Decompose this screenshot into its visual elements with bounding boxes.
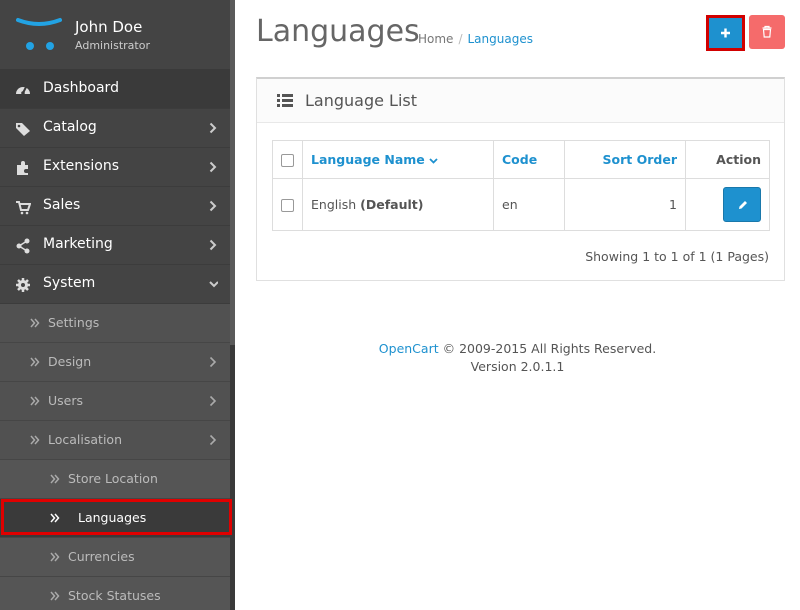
submenu-label: Store Location [68,471,158,486]
breadcrumb: Home / Languages [418,32,533,46]
add-new-button[interactable] [706,15,745,51]
double-angle-right-icon [50,474,60,484]
column-header-sort-order[interactable]: Sort Order [564,140,686,179]
footer-copyright: OpenCart © 2009-2015 All Rights Reserved… [235,340,800,358]
chevron-down-icon [209,281,218,288]
user-profile: John Doe Administrator [0,0,235,70]
language-code-cell: en [493,178,565,231]
list-icon [277,94,293,107]
menu-label: Extensions [43,158,120,174]
breadcrumb-separator: / [458,32,463,46]
cog-icon [16,278,30,292]
submenu-item-languages[interactable]: Languages [0,499,235,538]
panel-heading: Language List [257,79,784,123]
submenu-label: Localisation [48,432,122,447]
double-angle-right-icon [50,513,60,523]
column-header-code[interactable]: Code [493,140,565,179]
submenu-label: Stock Statuses [68,588,161,603]
share-icon [16,238,30,254]
copyright-text: © 2009-2015 All Rights Reserved. [438,341,657,356]
action-cell [685,178,770,231]
submenu-label: Users [48,393,84,408]
double-angle-right-icon [30,435,40,445]
breadcrumb-languages-link[interactable]: Languages [467,32,532,46]
double-angle-right-icon [50,591,60,601]
submenu-item-design[interactable]: Design [0,343,235,382]
table-row: English (Default) en 1 [272,178,770,231]
select-all-checkbox[interactable] [281,154,294,167]
submenu-label: Currencies [68,549,135,564]
menu-item-sales[interactable]: Sales [0,187,235,226]
language-list-panel: Language List Language Name Code Sort Or… [256,77,785,281]
row-select-cell [272,178,303,231]
footer: OpenCart © 2009-2015 All Rights Reserved… [235,340,800,376]
user-name: John Doe [75,18,143,36]
chevron-right-icon [209,239,217,251]
double-angle-right-icon [30,318,40,328]
menu-label: Dashboard [43,80,119,96]
pencil-icon [739,201,747,209]
menu-item-system[interactable]: System [0,265,235,304]
opencart-logo-icon [16,18,62,50]
language-table: Language Name Code Sort Order Action Eng… [272,140,770,231]
column-label: Language Name [311,152,425,167]
column-header-language-name[interactable]: Language Name [302,140,494,179]
submenu-label: Languages [78,510,147,525]
chevron-right-icon [209,356,217,368]
chevron-right-icon [209,434,217,446]
caret-down-icon [429,157,438,164]
double-angle-right-icon [50,552,60,562]
submenu-label: Settings [48,315,100,330]
puzzle-icon [17,161,28,175]
page-title: Languages [256,14,420,49]
submenu-label: Design [48,354,92,369]
edit-button[interactable] [723,187,761,222]
language-name: English [311,197,357,212]
default-label: (Default) [360,197,424,212]
dashboard-icon [16,86,30,95]
main-content: Languages Home / Languages Language List [235,0,800,610]
submenu-item-users[interactable]: Users [0,382,235,421]
menu-item-dashboard[interactable]: Dashboard [0,70,235,109]
panel-title: Language List [305,91,418,110]
double-angle-right-icon [30,357,40,367]
double-angle-right-icon [30,396,40,406]
submenu-item-currencies[interactable]: Currencies [0,538,235,577]
row-checkbox[interactable] [281,199,294,212]
menu-label: System [43,275,96,291]
submenu-item-settings[interactable]: Settings [0,304,235,343]
pagination-results-text: Showing 1 to 1 of 1 (1 Pages) [585,249,769,264]
menu-item-catalog[interactable]: Catalog [0,109,235,148]
opencart-link[interactable]: OpenCart [379,341,439,356]
footer-version: Version 2.0.1.1 [470,359,565,374]
chevron-right-icon [209,200,217,212]
plus-icon [721,28,730,38]
sidebar: John Doe Administrator Dashboard Catalog… [0,0,235,610]
tags-icon [16,123,30,136]
submenu-item-store-location[interactable]: Store Location [0,460,235,499]
menu-item-extensions[interactable]: Extensions [0,148,235,187]
shopping-cart-icon [16,201,31,215]
chevron-right-icon [209,161,217,173]
user-role: Administrator [75,39,150,52]
menu-label: Sales [43,197,81,213]
table-header-row: Language Name Code Sort Order Action [272,140,770,179]
language-name-cell: English (Default) [302,178,494,231]
menu-label: Catalog [43,119,97,135]
trash-icon [762,25,772,38]
menu-item-marketing[interactable]: Marketing [0,226,235,265]
submenu-item-stock-statuses[interactable]: Stock Statuses [0,577,235,610]
breadcrumb-home-link[interactable]: Home [418,32,453,46]
chevron-right-icon [209,122,217,134]
submenu-item-localisation[interactable]: Localisation [0,421,235,460]
sort-order-cell: 1 [564,178,686,231]
column-header-action: Action [685,140,770,179]
select-all-cell [272,140,303,179]
delete-button[interactable] [749,15,785,49]
chevron-right-icon [209,395,217,407]
menu-label: Marketing [43,236,113,252]
